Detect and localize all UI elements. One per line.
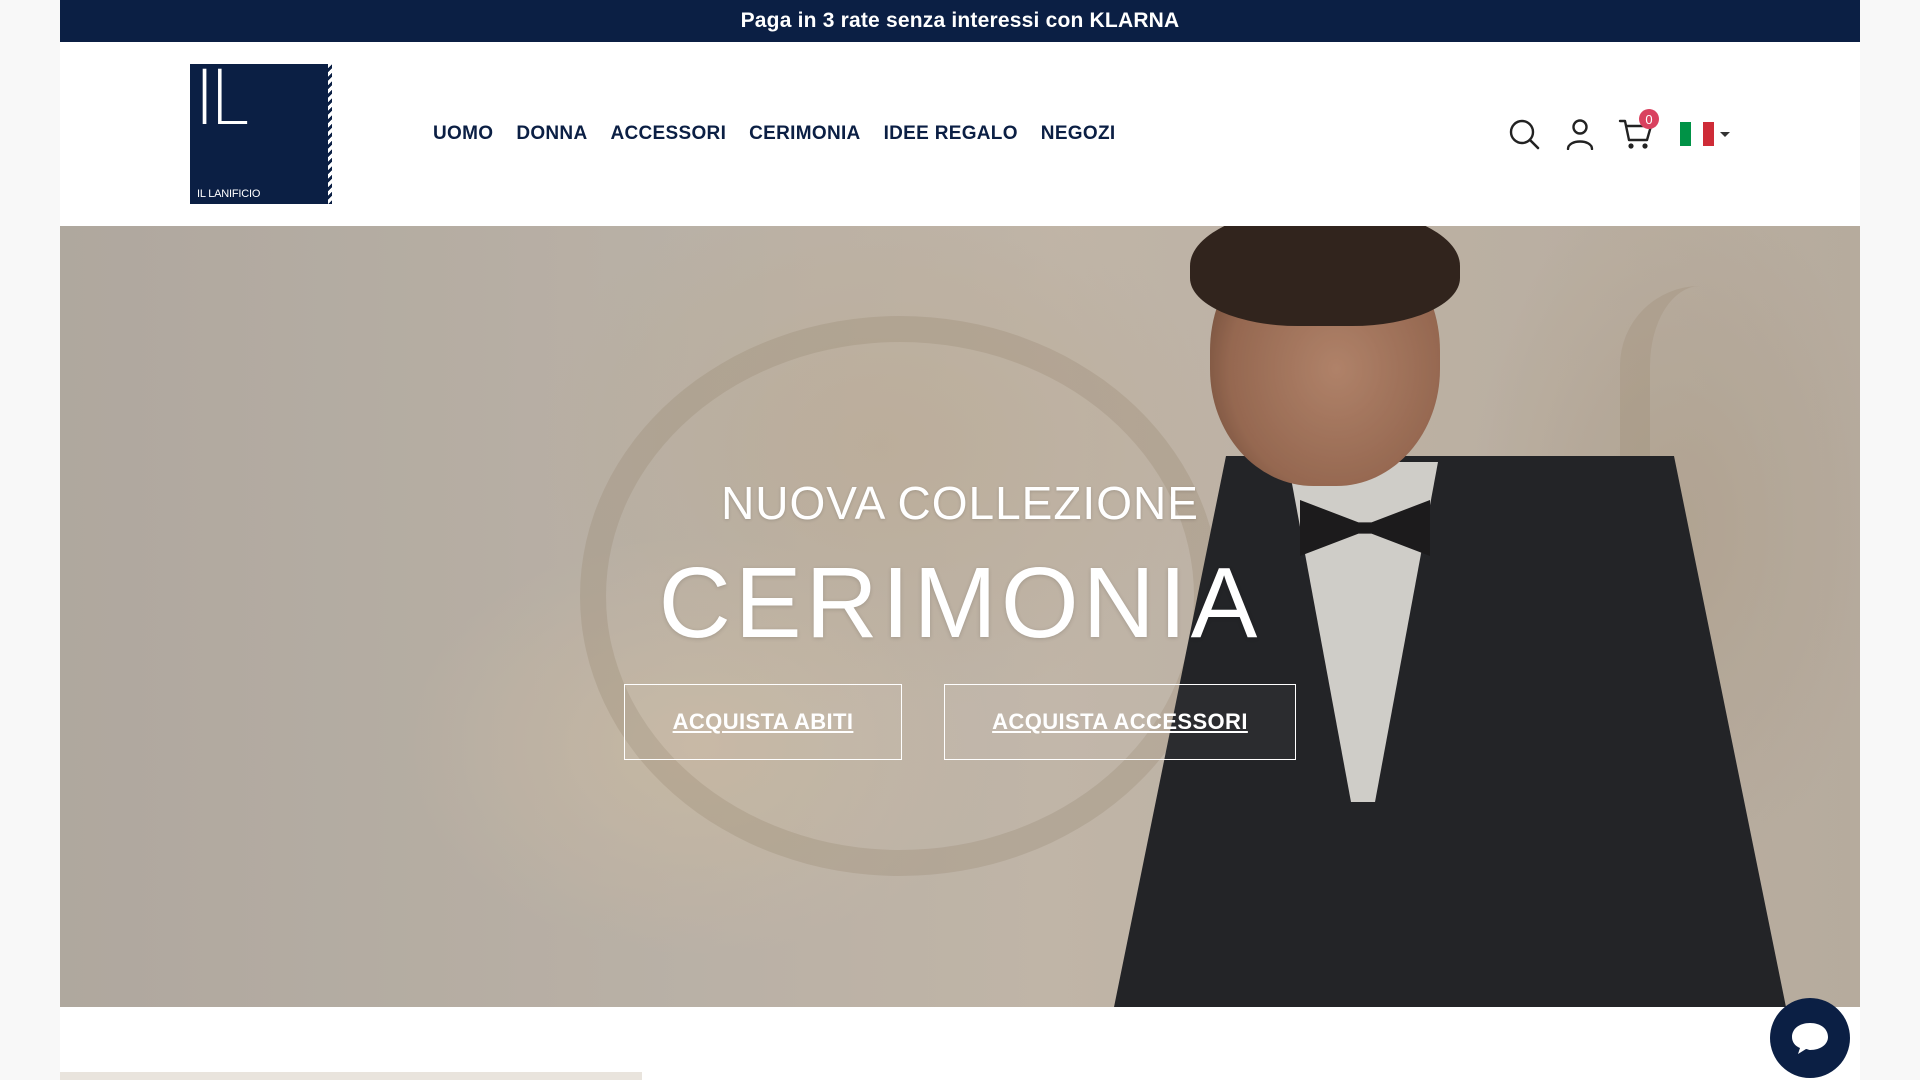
page-frame: Paga in 3 rate senza interessi con KLARN… bbox=[60, 0, 1860, 1080]
hero-subtitle: NUOVA COLLEZIONE bbox=[721, 477, 1199, 529]
chat-bubble-icon bbox=[1792, 1023, 1828, 1054]
site-header: IL IL LANIFICIO UOMO DONNA ACCESSORI CER… bbox=[60, 42, 1860, 226]
main-nav: UOMO DONNA ACCESSORI CERIMONIA IDEE REGA… bbox=[433, 42, 1138, 226]
hero-content: NUOVA COLLEZIONE CERIMONIA ACQUISTA ABIT… bbox=[60, 226, 1860, 1007]
chevron-down-icon bbox=[1720, 131, 1730, 137]
chat-button[interactable] bbox=[1770, 998, 1850, 1078]
nav-item-cerimonia[interactable]: CERIMONIA bbox=[749, 123, 860, 145]
search-icon bbox=[1509, 119, 1540, 150]
announcement-text: Paga in 3 rate senza interessi con KLARN… bbox=[740, 9, 1180, 32]
hero-banner: NUOVA COLLEZIONE CERIMONIA ACQUISTA ABIT… bbox=[60, 226, 1860, 1007]
logo-monogram: IL bbox=[194, 64, 249, 143]
logo-name: IL LANIFICIO bbox=[197, 188, 261, 200]
hero-title: CERIMONIA bbox=[658, 547, 1262, 659]
next-section-image bbox=[60, 1072, 642, 1080]
italy-flag-icon bbox=[1680, 122, 1714, 146]
language-selector[interactable] bbox=[1680, 122, 1730, 146]
announcement-bar[interactable]: Paga in 3 rate senza interessi con KLARN… bbox=[60, 0, 1860, 42]
account-button[interactable] bbox=[1560, 114, 1600, 154]
search-button[interactable] bbox=[1504, 114, 1544, 154]
nav-item-accessori[interactable]: ACCESSORI bbox=[610, 123, 726, 145]
user-icon bbox=[1566, 119, 1594, 150]
nav-item-idee-regalo[interactable]: IDEE REGALO bbox=[884, 123, 1018, 145]
brand-logo[interactable]: IL IL LANIFICIO bbox=[190, 64, 332, 204]
shop-accessories-button[interactable]: ACQUISTA ACCESSORI bbox=[944, 684, 1296, 760]
logo-stamp-edge bbox=[328, 64, 332, 204]
nav-item-donna[interactable]: DONNA bbox=[516, 123, 587, 145]
header-actions: 0 bbox=[1488, 42, 1730, 226]
nav-item-uomo[interactable]: UOMO bbox=[433, 123, 493, 145]
nav-item-negozi[interactable]: NEGOZI bbox=[1041, 123, 1116, 145]
cart-count-badge: 0 bbox=[1639, 109, 1659, 129]
shop-suits-button[interactable]: ACQUISTA ABITI bbox=[624, 684, 902, 760]
cart-button[interactable]: 0 bbox=[1616, 109, 1659, 154]
